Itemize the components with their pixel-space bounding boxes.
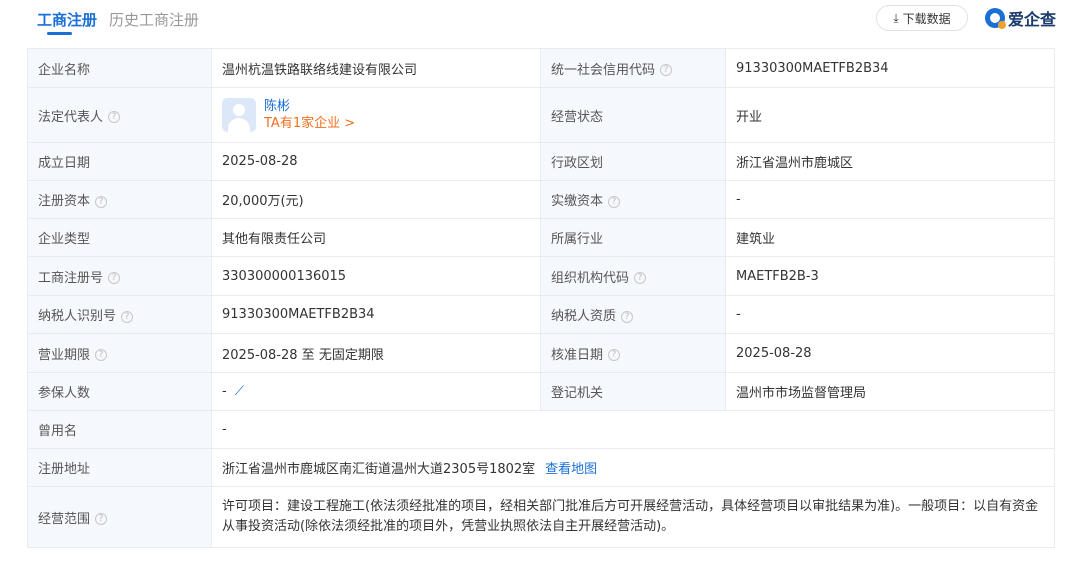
label-registration-number: 工商注册号? <box>27 256 212 296</box>
question-circle-icon[interactable]: ? <box>634 272 647 284</box>
label-former-name: 曾用名 <box>27 410 212 449</box>
person-avatar-icon[interactable] <box>222 98 256 132</box>
table-row: 法定代表人? 陈彬 TA有1家企业 > 经营状态 开业 <box>27 87 1055 143</box>
label-registration-authority: 登记机关 <box>540 372 726 411</box>
value-registration-authority: 温州市市场监督管理局 <box>725 372 1055 411</box>
logo-text: 爱企查 <box>1008 10 1057 29</box>
aiqicha-logo-icon <box>985 8 1006 29</box>
tab-business-registration[interactable]: 工商注册 <box>37 9 97 30</box>
label-registered-address: 注册地址 <box>27 448 212 487</box>
value-registered-address: 浙江省温州市鹿城区南汇街道温州大道2305号1802室 查看地图 <box>211 448 1055 487</box>
active-tab-underline <box>47 32 72 35</box>
value-admin-division: 浙江省温州市鹿城区 <box>725 142 1055 181</box>
value-org-code: MAETFB2B-3 <box>725 256 1055 296</box>
value-business-term: 2025-08-28 至 无固定期限 <box>211 333 541 373</box>
value-company-name: 温州杭温铁路联络线建设有限公司 <box>211 48 541 88</box>
value-approval-date: 2025-08-28 <box>725 333 1055 373</box>
question-circle-icon[interactable]: ? <box>95 349 108 361</box>
table-row: 注册地址 浙江省温州市鹿城区南汇街道温州大道2305号1802室 查看地图 <box>27 448 1055 487</box>
label-registered-capital: 注册资本? <box>27 180 212 219</box>
value-former-name: - <box>211 410 1055 449</box>
value-credit-code: 91330300MAETFB2B34 <box>725 48 1055 88</box>
download-arrow-icon: ⤓ <box>893 10 899 25</box>
value-registration-number: 330300000136015 <box>211 256 541 296</box>
question-circle-icon[interactable]: ? <box>608 195 621 208</box>
question-circle-icon[interactable]: ? <box>95 513 108 525</box>
value-industry: 建筑业 <box>725 218 1055 257</box>
label-industry: 所属行业 <box>540 218 726 257</box>
label-taxpayer-id: 纳税人识别号? <box>27 295 212 334</box>
value-legal-rep: 陈彬 TA有1家企业 > <box>211 87 541 143</box>
table-row: 曾用名 - <box>27 410 1055 449</box>
label-taxpayer-qualification: 纳税人资质? <box>540 295 726 334</box>
legal-rep-name-link[interactable]: 陈彬 <box>264 98 355 115</box>
value-taxpayer-id: 91330300MAETFB2B34 <box>211 295 541 334</box>
view-map-link[interactable]: 查看地图 <box>545 462 597 477</box>
label-business-scope: 经营范围? <box>27 486 212 548</box>
value-registered-capital: 20,000万(元) <box>211 180 541 219</box>
table-row: 企业类型 其他有限责任公司 所属行业 建筑业 <box>27 218 1055 257</box>
question-circle-icon[interactable]: ? <box>121 310 134 323</box>
aiqicha-logo[interactable]: 爱企查 <box>985 6 1056 30</box>
label-operating-status: 经营状态 <box>540 87 726 143</box>
label-insured-count: 参保人数 <box>27 372 212 411</box>
label-legal-rep: 法定代表人? <box>27 87 212 143</box>
label-established-date: 成立日期 <box>27 142 212 181</box>
top-bar: 工商注册 历史工商注册 ⤓ 下载数据 爱企查 <box>0 0 1080 40</box>
download-label: 下载数据 <box>902 11 951 26</box>
legal-rep-companies-link[interactable]: TA有1家企业 > <box>264 115 355 132</box>
label-admin-division: 行政区划 <box>540 142 726 181</box>
value-insured-count: - ⟋ <box>211 372 541 411</box>
table-row: 企业名称 温州杭温铁路联络线建设有限公司 统一社会信用代码? 91330300M… <box>27 48 1055 88</box>
value-business-scope: 许可项目：建设工程施工(依法须经批准的项目，经相关部门批准后方可开展经营活动，具… <box>211 486 1055 548</box>
table-row: 参保人数 - ⟋ 登记机关 温州市市场监督管理局 <box>27 372 1055 411</box>
trend-chart-icon[interactable]: ⟋ <box>235 384 244 399</box>
label-company-type: 企业类型 <box>27 218 212 257</box>
table-row: 营业期限? 2025-08-28 至 无固定期限 核准日期? 2025-08-2… <box>27 333 1055 373</box>
download-data-button[interactable]: ⤓ 下载数据 <box>876 5 968 31</box>
value-paid-capital: - <box>725 180 1055 219</box>
label-credit-code: 统一社会信用代码? <box>540 48 726 88</box>
question-circle-icon[interactable]: ? <box>95 195 108 208</box>
label-business-term: 营业期限? <box>27 333 212 373</box>
value-operating-status: 开业 <box>725 87 1055 143</box>
label-company-name: 企业名称 <box>27 48 212 88</box>
value-company-type: 其他有限责任公司 <box>211 218 541 257</box>
question-circle-icon[interactable]: ? <box>660 64 673 76</box>
question-circle-icon[interactable]: ? <box>621 310 634 323</box>
question-circle-icon[interactable]: ? <box>108 111 121 123</box>
table-row: 成立日期 2025-08-28 行政区划 浙江省温州市鹿城区 <box>27 142 1055 181</box>
label-approval-date: 核准日期? <box>540 333 726 373</box>
question-circle-icon[interactable]: ? <box>108 272 121 284</box>
value-taxpayer-qualification: - <box>725 295 1055 334</box>
label-org-code: 组织机构代码? <box>540 256 726 296</box>
tab-history-registration[interactable]: 历史工商注册 <box>109 9 199 30</box>
table-row: 工商注册号? 330300000136015 组织机构代码? MAETFB2B-… <box>27 256 1055 296</box>
table-row: 注册资本? 20,000万(元) 实缴资本? - <box>27 180 1055 219</box>
value-established-date: 2025-08-28 <box>211 142 541 181</box>
label-paid-capital: 实缴资本? <box>540 180 726 219</box>
question-circle-icon[interactable]: ? <box>608 349 621 361</box>
table-row: 经营范围? 许可项目：建设工程施工(依法须经批准的项目，经相关部门批准后方可开展… <box>27 486 1055 548</box>
registration-table: 企业名称 温州杭温铁路联络线建设有限公司 统一社会信用代码? 91330300M… <box>27 48 1055 548</box>
table-row: 纳税人识别号? 91330300MAETFB2B34 纳税人资质? - <box>27 295 1055 334</box>
